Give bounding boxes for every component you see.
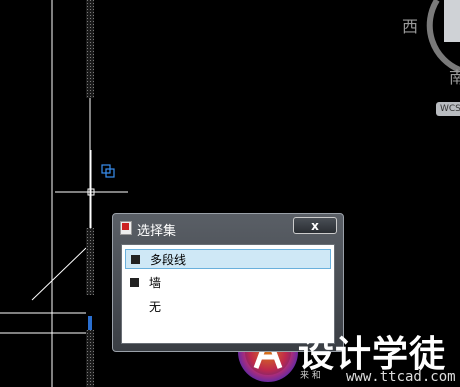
list-item-wall[interactable]: 墙	[125, 273, 331, 293]
cad-line	[31, 247, 87, 301]
watermark-url: www.ttcad.com	[346, 369, 456, 385]
app-icon	[120, 221, 132, 235]
dialog-title: 选择集	[137, 224, 177, 239]
list-item-label: 无	[149, 300, 162, 314]
wall-hatch	[86, 330, 94, 387]
viewcube-west-label[interactable]: 西	[402, 13, 418, 37]
list-item-polyline[interactable]: 多段线	[125, 249, 331, 269]
selection-cycling-icon	[101, 164, 115, 178]
list-item-label: 多段线	[150, 253, 187, 267]
list-item-label: 墙	[149, 276, 162, 290]
viewcube-south-label[interactable]: 南	[449, 64, 460, 88]
wall-hatch	[86, 0, 94, 98]
wall-hatch	[86, 228, 94, 295]
color-swatch-icon	[130, 278, 139, 287]
viewcube-face	[444, 0, 460, 42]
color-swatch-icon	[131, 255, 140, 264]
watermark-subtitle: 来 和	[300, 371, 321, 381]
grip-marker	[88, 316, 92, 330]
close-button[interactable]: x	[293, 217, 337, 234]
wcs-badge[interactable]: WCS	[436, 102, 460, 116]
list-item-none[interactable]: 无	[125, 297, 331, 317]
